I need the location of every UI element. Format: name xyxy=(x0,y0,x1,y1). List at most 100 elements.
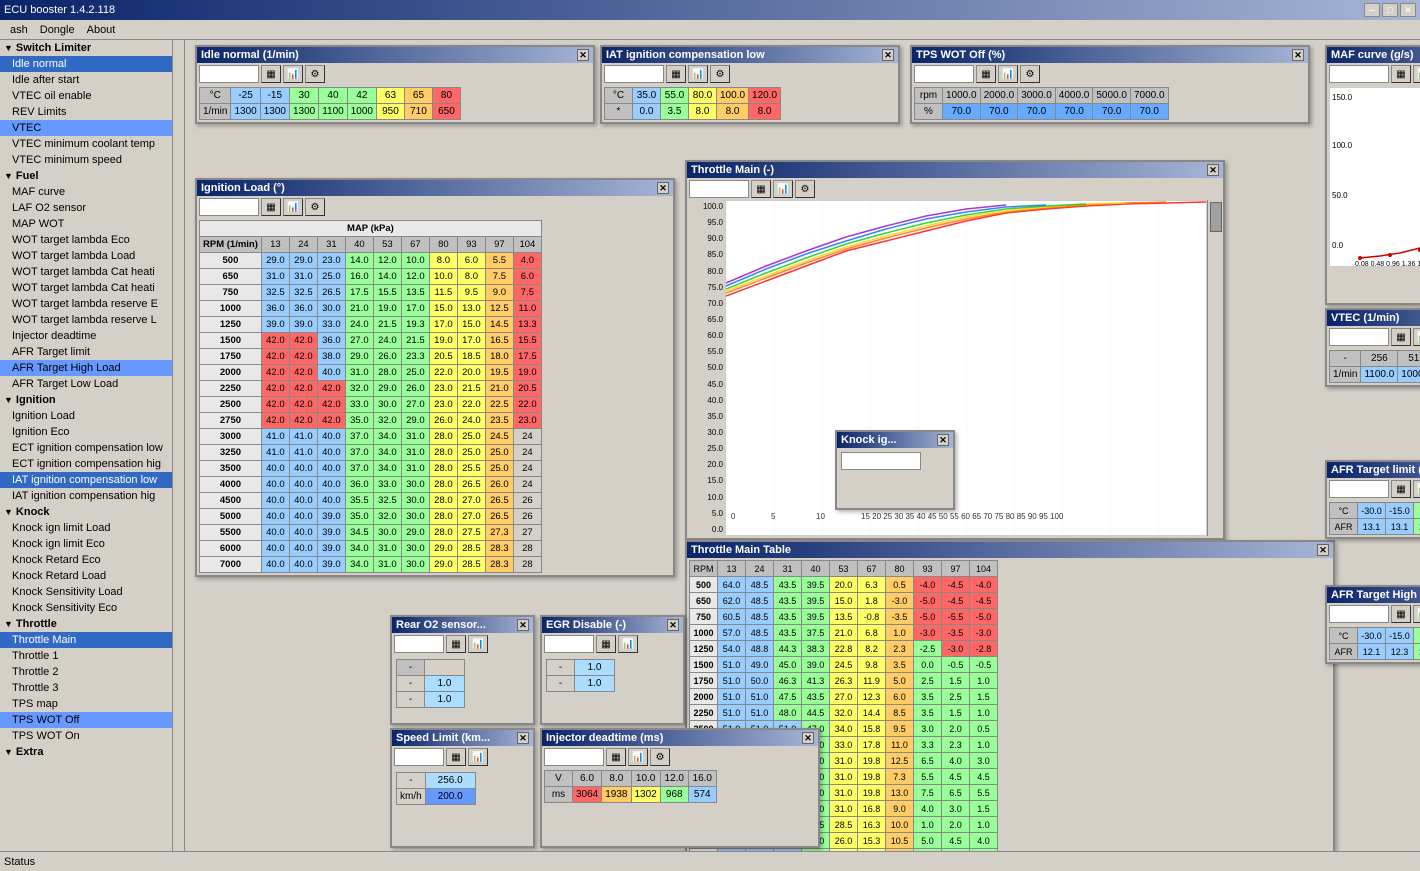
sidebar-item-throttle-1[interactable]: Throttle 1 xyxy=(0,648,172,664)
idle-normal-input[interactable] xyxy=(199,65,259,83)
tps-wot-off-btn2[interactable]: 📊 xyxy=(998,65,1018,83)
close-button[interactable]: ✕ xyxy=(1400,3,1416,17)
sidebar-item-ignition-load[interactable]: Ignition Load xyxy=(0,408,172,424)
sidebar-item-tps-wot-on[interactable]: TPS WOT On xyxy=(0,728,172,744)
sidebar-item-idle-normal[interactable]: Idle normal xyxy=(0,56,172,72)
knock-ign-input[interactable] xyxy=(841,452,921,470)
idle-normal-btn1[interactable]: ▦ xyxy=(261,65,281,83)
injector-deadtime-btn3[interactable]: ⚙ xyxy=(650,748,670,766)
sidebar-item-tps-map[interactable]: TPS map xyxy=(0,696,172,712)
maf-curve-btn2[interactable]: 📊 xyxy=(1413,65,1420,83)
sidebar-item-wot-reserve-e[interactable]: WOT target lambda reserve E xyxy=(0,296,172,312)
sidebar-item-wot-load[interactable]: WOT target lambda Load xyxy=(0,248,172,264)
sidebar-group-knock[interactable]: Knock xyxy=(0,504,172,520)
idle-normal-close[interactable]: ✕ xyxy=(577,49,589,61)
sidebar-item-maf-curve[interactable]: MAF curve xyxy=(0,184,172,200)
throttle-main-close[interactable]: ✕ xyxy=(1207,164,1219,176)
tps-wot-off-input[interactable] xyxy=(914,65,974,83)
afr-target-high-btn2[interactable]: 📊 xyxy=(1413,605,1420,623)
injector-deadtime-input[interactable] xyxy=(544,748,604,766)
sidebar-item-idle-after-start[interactable]: Idle after start xyxy=(0,72,172,88)
minimize-button[interactable]: ─ xyxy=(1364,3,1380,17)
ignition-load-close[interactable]: ✕ xyxy=(657,182,669,194)
speed-limit-input[interactable] xyxy=(394,748,444,766)
idle-normal-btn3[interactable]: ⚙ xyxy=(305,65,325,83)
afr-target-limit-input[interactable] xyxy=(1329,480,1389,498)
sidebar-item-wot-cat2[interactable]: WOT target lambda Cat heati xyxy=(0,280,172,296)
sidebar-item-afr-target-limit[interactable]: AFR Target limit xyxy=(0,344,172,360)
vtec-btn2[interactable]: 📊 xyxy=(1413,328,1420,346)
rear-o2-btn2[interactable]: 📊 xyxy=(468,635,488,653)
injector-deadtime-close[interactable]: ✕ xyxy=(802,732,814,744)
iat-ignition-close[interactable]: ✕ xyxy=(882,49,894,61)
sidebar-group-switch-limiter[interactable]: Switch Limiter xyxy=(0,40,172,56)
sidebar-item-knock-ign-load[interactable]: Knock ign limit Load xyxy=(0,520,172,536)
sidebar-item-vtec-oil-enable[interactable]: VTEC oil enable xyxy=(0,88,172,104)
ignition-load-btn1[interactable]: ▦ xyxy=(261,198,281,216)
vtec-btn1[interactable]: ▦ xyxy=(1391,328,1411,346)
maf-curve-input[interactable] xyxy=(1329,65,1389,83)
rear-o2-btn1[interactable]: ▦ xyxy=(446,635,466,653)
sidebar-item-knock-ign-eco[interactable]: Knock ign limit Eco xyxy=(0,536,172,552)
idle-normal-btn2[interactable]: 📊 xyxy=(283,65,303,83)
egr-disable-btn1[interactable]: ▦ xyxy=(596,635,616,653)
sidebar-item-vtec[interactable]: VTEC xyxy=(0,120,172,136)
menu-ash[interactable]: ash xyxy=(4,22,34,38)
sidebar-item-ect-comp-high[interactable]: ECT ignition compensation hig xyxy=(0,456,172,472)
sidebar-item-knock-sens-eco[interactable]: Knock Sensitivity Eco xyxy=(0,600,172,616)
sidebar-item-throttle-main[interactable]: Throttle Main xyxy=(0,632,172,648)
sidebar-item-throttle-3[interactable]: Throttle 3 xyxy=(0,680,172,696)
maximize-button[interactable]: □ xyxy=(1382,3,1398,17)
sidebar-item-knock-retard-eco[interactable]: Knock Retard Eco xyxy=(0,552,172,568)
sidebar-item-knock-retard-load[interactable]: Knock Retard Load xyxy=(0,568,172,584)
afr-target-high-btn1[interactable]: ▦ xyxy=(1391,605,1411,623)
sidebar-item-iat-comp-high[interactable]: IAT ignition compensation hig xyxy=(0,488,172,504)
tps-wot-off-btn3[interactable]: ⚙ xyxy=(1020,65,1040,83)
throttle-main-input[interactable] xyxy=(689,180,749,198)
afr-target-limit-btn1[interactable]: ▦ xyxy=(1391,480,1411,498)
vtec-input[interactable] xyxy=(1329,328,1389,346)
sidebar-item-tps-wot-off[interactable]: TPS WOT Off xyxy=(0,712,172,728)
egr-disable-close[interactable]: ✕ xyxy=(667,619,679,631)
menu-about[interactable]: About xyxy=(81,22,122,38)
sidebar-group-ignition[interactable]: Ignition xyxy=(0,392,172,408)
ignition-load-btn3[interactable]: ⚙ xyxy=(305,198,325,216)
afr-target-limit-btn2[interactable]: 📊 xyxy=(1413,480,1420,498)
sidebar-item-knock-sens-load[interactable]: Knock Sensitivity Load xyxy=(0,584,172,600)
tps-wot-off-close[interactable]: ✕ xyxy=(1292,49,1304,61)
ignition-load-input[interactable] xyxy=(199,198,259,216)
sidebar-item-afr-target-high[interactable]: AFR Target High Load xyxy=(0,360,172,376)
injector-deadtime-btn1[interactable]: ▦ xyxy=(606,748,626,766)
sidebar-item-vtec-min-speed[interactable]: VTEC minimum speed xyxy=(0,152,172,168)
iat-ignition-btn1[interactable]: ▦ xyxy=(666,65,686,83)
sidebar-item-vtec-min-coolant[interactable]: VTEC minimum coolant temp xyxy=(0,136,172,152)
sidebar-item-wot-reserve-l[interactable]: WOT target lambda reserve L xyxy=(0,312,172,328)
maf-curve-btn1[interactable]: ▦ xyxy=(1391,65,1411,83)
egr-disable-btn2[interactable]: 📊 xyxy=(618,635,638,653)
speed-limit-close[interactable]: ✕ xyxy=(517,732,529,744)
sidebar-group-throttle[interactable]: Throttle xyxy=(0,616,172,632)
sidebar-item-map-wot[interactable]: MAP WOT xyxy=(0,216,172,232)
sidebar-item-laf-o2[interactable]: LAF O2 sensor xyxy=(0,200,172,216)
sidebar-item-wot-eco[interactable]: WOT target lambda Eco xyxy=(0,232,172,248)
throttle-table-close[interactable]: ✕ xyxy=(1317,544,1329,556)
sidebar-scrollbar[interactable] xyxy=(172,40,184,851)
speed-limit-btn2[interactable]: 📊 xyxy=(468,748,488,766)
sidebar-item-iat-comp-low[interactable]: IAT ignition compensation low xyxy=(0,472,172,488)
throttle-main-btn3[interactable]: ⚙ xyxy=(795,180,815,198)
ignition-load-btn2[interactable]: 📊 xyxy=(283,198,303,216)
tps-wot-off-btn1[interactable]: ▦ xyxy=(976,65,996,83)
afr-target-high-input[interactable] xyxy=(1329,605,1389,623)
sidebar-item-throttle-2[interactable]: Throttle 2 xyxy=(0,664,172,680)
throttle-main-btn1[interactable]: ▦ xyxy=(751,180,771,198)
sidebar-item-ignition-eco[interactable]: Ignition Eco xyxy=(0,424,172,440)
sidebar-group-fuel[interactable]: Fuel xyxy=(0,168,172,184)
sidebar-item-wot-cat1[interactable]: WOT target lambda Cat heati xyxy=(0,264,172,280)
menu-dongle[interactable]: Dongle xyxy=(34,22,81,38)
sidebar-item-injector-deadtime[interactable]: Injector deadtime xyxy=(0,328,172,344)
egr-disable-input[interactable] xyxy=(544,635,594,653)
rear-o2-input[interactable] xyxy=(394,635,444,653)
rear-o2-close[interactable]: ✕ xyxy=(517,619,529,631)
iat-ignition-input[interactable] xyxy=(604,65,664,83)
sidebar-item-ect-comp-low[interactable]: ECT ignition compensation low xyxy=(0,440,172,456)
